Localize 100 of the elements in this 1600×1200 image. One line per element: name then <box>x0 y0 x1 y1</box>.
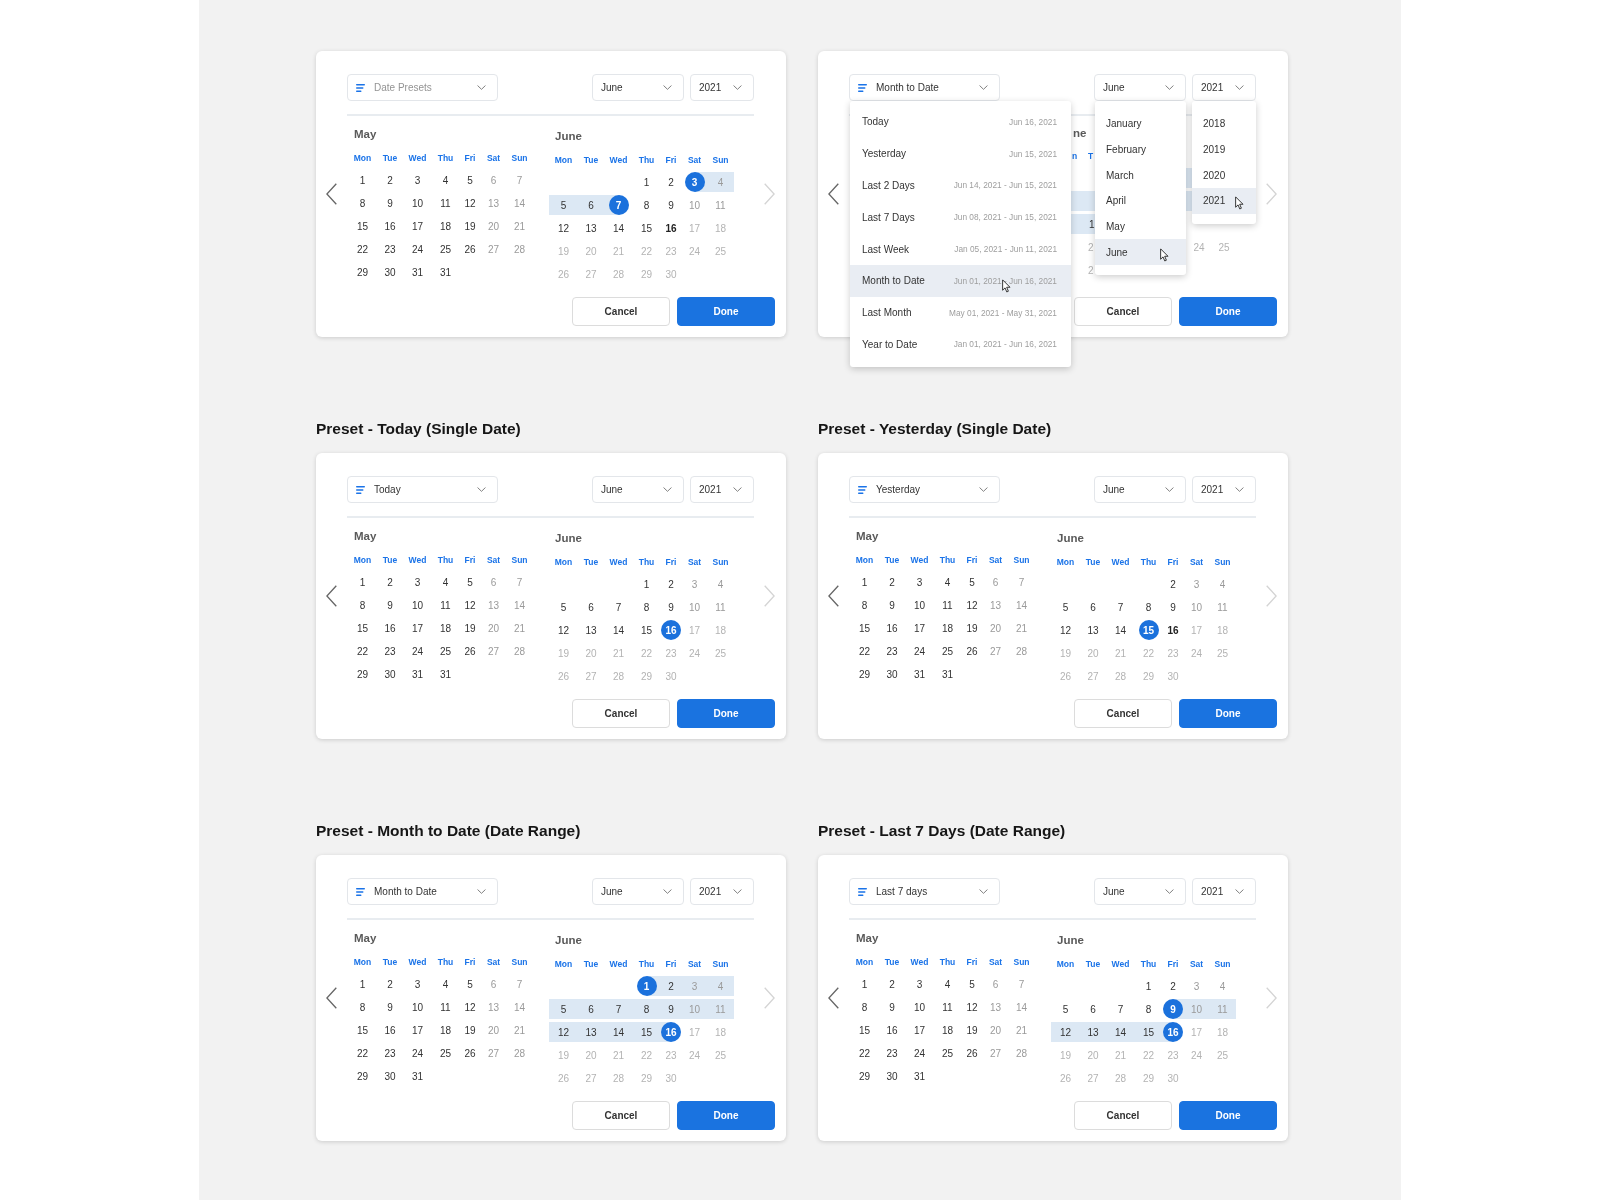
calendar-day[interactable]: 10 <box>403 191 432 215</box>
month-dropdown[interactable]: June <box>592 74 684 101</box>
calendar-day[interactable]: 18 <box>432 214 459 238</box>
calendar-day[interactable]: 7 <box>1106 595 1135 619</box>
calendar-day[interactable]: 30 <box>377 662 403 686</box>
calendar-day[interactable]: 2 <box>879 972 905 996</box>
menu-item[interactable]: January <box>1095 111 1186 137</box>
calendar-day[interactable]: 4 <box>934 972 961 996</box>
done-button[interactable]: Done <box>677 297 775 326</box>
calendar-day[interactable]: 18 <box>934 616 961 640</box>
calendar-day[interactable]: 8 <box>1135 997 1162 1021</box>
cancel-button[interactable]: Cancel <box>572 1101 670 1130</box>
calendar-day[interactable]: 2 <box>1162 974 1184 998</box>
calendar-day[interactable]: 3 <box>905 972 934 996</box>
chevron-left-icon[interactable] <box>828 183 839 205</box>
calendar-day[interactable]: 9 <box>377 593 403 617</box>
calendar-day[interactable]: 9 <box>660 997 682 1021</box>
cancel-button[interactable]: Cancel <box>1074 297 1172 326</box>
cancel-button[interactable]: Cancel <box>572 699 670 728</box>
calendar-day[interactable]: 5 <box>549 193 578 217</box>
menu-item[interactable]: 2021 <box>1192 188 1256 214</box>
calendar-day[interactable]: 1 <box>850 570 879 594</box>
calendar-day[interactable]: 29 <box>850 1064 879 1088</box>
calendar-day[interactable]: 7 <box>604 595 633 619</box>
calendar-day[interactable]: 1 <box>1071 214 1095 234</box>
calendar-day[interactable]: 30 <box>377 260 403 284</box>
calendar-day[interactable]: 1 <box>1135 974 1162 998</box>
menu-item[interactable]: June <box>1095 239 1186 266</box>
calendar-day[interactable]: 5 <box>961 570 983 594</box>
calendar-day[interactable]: 18 <box>432 616 459 640</box>
menu-item[interactable]: Month to Date Jun 01, 2021 - Jun 16, 2021 <box>850 265 1071 297</box>
done-button[interactable]: Done <box>1179 1101 1277 1130</box>
calendar-day[interactable]: 9 <box>879 995 905 1019</box>
calendar-day[interactable]: 26 <box>961 639 983 663</box>
calendar-day[interactable]: 4 <box>432 972 459 996</box>
menu-item[interactable]: Yesterday Jun 15, 2021 <box>850 137 1071 170</box>
calendar-day[interactable]: 22 <box>348 237 377 261</box>
calendar-day[interactable]: 2 <box>879 570 905 594</box>
calendar-day[interactable]: 3 <box>682 170 707 194</box>
year-dropdown[interactable]: 2021 <box>1192 476 1256 503</box>
calendar-day[interactable]: 16 <box>377 214 403 238</box>
calendar-day[interactable]: 6 <box>578 595 604 619</box>
calendar-day[interactable]: 8 <box>850 995 879 1019</box>
calendar-day[interactable]: 12 <box>961 593 983 617</box>
chevron-left-icon[interactable] <box>828 987 839 1009</box>
done-button[interactable]: Done <box>677 699 775 728</box>
calendar-day[interactable]: 5 <box>549 595 578 619</box>
calendar-day[interactable]: 31 <box>934 662 961 686</box>
calendar-day[interactable]: 23 <box>377 639 403 663</box>
calendar-day[interactable]: 5 <box>1051 997 1080 1021</box>
calendar-day[interactable]: 18 <box>934 1018 961 1042</box>
menu-item[interactable]: 2018 <box>1192 111 1256 137</box>
calendar-day[interactable]: 9 <box>1162 997 1184 1021</box>
calendar-day[interactable]: 14 <box>604 216 633 240</box>
calendar-day[interactable]: 19 <box>459 214 481 238</box>
calendar-day[interactable]: 25 <box>432 1041 459 1065</box>
calendar-day[interactable]: 2 <box>660 572 682 596</box>
calendar-day[interactable]: 13 <box>1080 1020 1106 1044</box>
menu-item[interactable]: 2020 <box>1192 162 1256 189</box>
calendar-day[interactable]: 7 <box>604 997 633 1021</box>
calendar-day[interactable]: 15 <box>850 1018 879 1042</box>
cancel-button[interactable]: Cancel <box>572 297 670 326</box>
calendar-day[interactable]: 22 <box>850 639 879 663</box>
calendar-day[interactable]: 31 <box>905 1064 934 1088</box>
calendar-day[interactable]: 16 <box>660 618 682 642</box>
calendar-day[interactable]: 12 <box>459 995 481 1019</box>
calendar-day[interactable]: 16 <box>660 216 682 240</box>
calendar-day[interactable]: 29 <box>850 662 879 686</box>
calendar-day[interactable]: 26 <box>459 639 481 663</box>
calendar-day[interactable]: 4 <box>934 570 961 594</box>
menu-item[interactable]: Last 7 Days Jun 08, 2021 - Jun 15, 2021 <box>850 201 1071 234</box>
calendar-day[interactable]: 12 <box>1051 1020 1080 1044</box>
calendar-day[interactable]: 8 <box>348 191 377 215</box>
calendar-day[interactable]: 6 <box>578 997 604 1021</box>
calendar-day[interactable]: 26 <box>961 1041 983 1065</box>
calendar-day[interactable]: 16 <box>660 1020 682 1044</box>
calendar-day[interactable]: 31 <box>432 260 459 284</box>
calendar-day[interactable]: 6 <box>578 193 604 217</box>
calendar-day[interactable]: 15 <box>348 1018 377 1042</box>
calendar-day[interactable]: 1 <box>348 570 377 594</box>
calendar-day[interactable]: 5 <box>459 972 481 996</box>
preset-dropdown[interactable]: Today <box>347 476 498 503</box>
calendar-day[interactable]: 25 <box>432 237 459 261</box>
calendar-day[interactable]: 25 <box>934 639 961 663</box>
done-button[interactable]: Done <box>677 1101 775 1130</box>
calendar-day[interactable]: 1 <box>348 168 377 192</box>
calendar-day[interactable]: 1 <box>850 972 879 996</box>
calendar-day[interactable]: 8 <box>633 997 660 1021</box>
menu-item[interactable]: Today Jun 16, 2021 <box>850 106 1071 138</box>
calendar-day[interactable]: 4 <box>432 570 459 594</box>
calendar-day[interactable]: 14 <box>1106 1020 1135 1044</box>
calendar-day[interactable]: 17 <box>905 1018 934 1042</box>
calendar-day[interactable]: 15 <box>633 1020 660 1044</box>
calendar-day[interactable]: 16 <box>377 616 403 640</box>
calendar-day[interactable]: 17 <box>403 1018 432 1042</box>
calendar-day[interactable]: 4 <box>432 168 459 192</box>
calendar-day[interactable]: 18 <box>432 1018 459 1042</box>
done-button[interactable]: Done <box>1179 699 1277 728</box>
calendar-day[interactable]: 25 <box>934 1041 961 1065</box>
calendar-day[interactable]: 12 <box>549 216 578 240</box>
